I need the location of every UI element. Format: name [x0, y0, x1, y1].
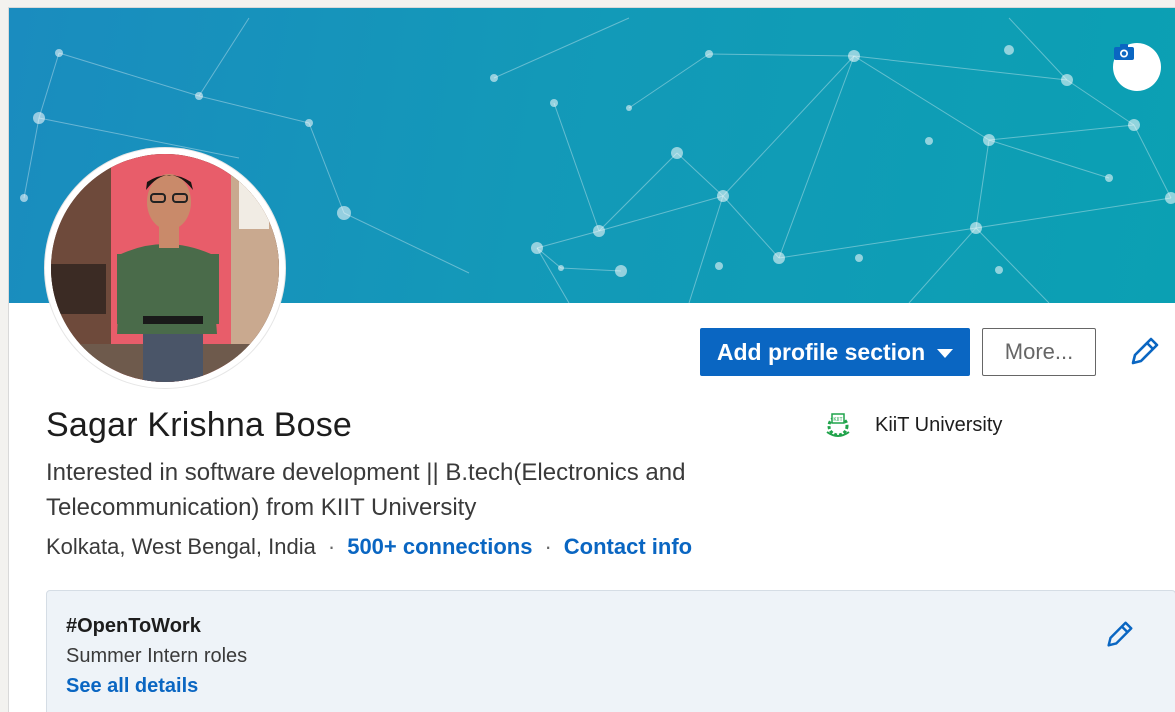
separator-dot: ·: [544, 534, 552, 559]
open-to-work-title: #OpenToWork: [66, 615, 201, 637]
profile-location: Kolkata, West Bengal, India: [46, 534, 316, 559]
contact-info-link[interactable]: Contact info: [564, 534, 692, 560]
camera-icon: [1114, 44, 1134, 60]
education-school-link[interactable]: KIIT KiiT University: [821, 410, 1002, 440]
profile-photo-image: [51, 154, 279, 382]
school-name: KiiT University: [875, 413, 1003, 436]
edit-intro-button[interactable]: [1127, 335, 1161, 369]
separator-dot: ·: [327, 534, 336, 559]
profile-card: Add profile section More... Sagar Krishn…: [8, 7, 1175, 712]
headline-line-1: Interested in software development || B.…: [46, 459, 686, 486]
open-to-work-roles: Summer Intern roles: [66, 645, 248, 667]
pencil-icon: [1107, 621, 1133, 647]
more-button[interactable]: More...: [982, 328, 1096, 376]
caret-down-icon: [937, 348, 954, 358]
connections-link[interactable]: 500+ connections: [347, 534, 532, 560]
profile-meta: Kolkata, West Bengal, India · 500+ conne…: [46, 534, 692, 560]
see-all-details-link[interactable]: See all details: [66, 675, 198, 698]
more-button-label: More...: [1004, 339, 1074, 364]
headline-line-2: Telecommunication) from KIIT University: [46, 494, 477, 521]
profile-name: Sagar Krishna Bose: [46, 406, 352, 444]
add-profile-section-label: Add profile section: [716, 338, 926, 365]
school-logo-icon: KIIT: [826, 413, 850, 437]
profile-photo[interactable]: [45, 148, 285, 388]
profile-headline: Interested in software development || B.…: [46, 455, 806, 525]
pencil-icon: [1131, 337, 1159, 365]
edit-cover-photo-button[interactable]: [1113, 43, 1161, 91]
svg-text:KIIT: KIIT: [833, 417, 842, 423]
add-profile-section-button[interactable]: Add profile section: [700, 328, 970, 376]
open-to-work-card: #OpenToWork Summer Intern roles See all …: [46, 590, 1175, 712]
edit-open-to-work-button[interactable]: [1103, 619, 1135, 651]
